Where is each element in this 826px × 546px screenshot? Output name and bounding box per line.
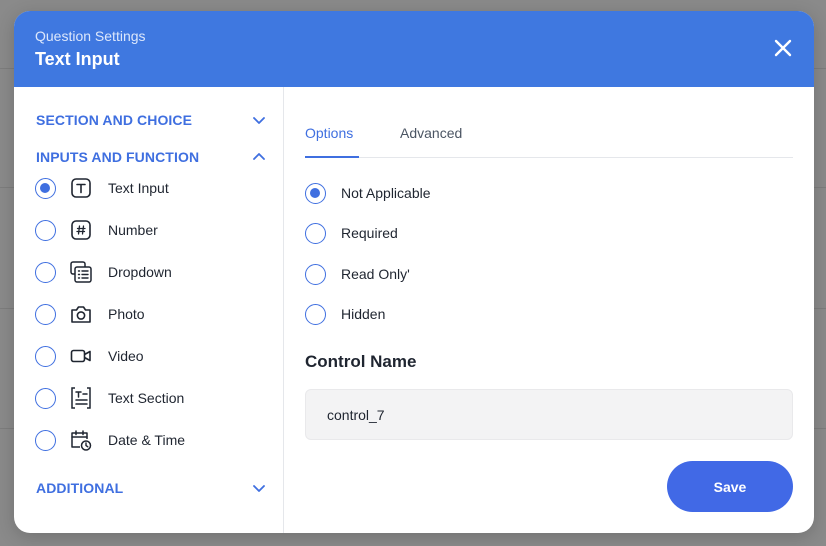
close-button[interactable]: [772, 37, 794, 59]
radio-button[interactable]: [35, 261, 56, 283]
option-label: Required: [341, 225, 398, 241]
radio-button[interactable]: [35, 345, 56, 367]
modal-title: Text Input: [35, 49, 120, 69]
section-additional[interactable]: ADDITIONAL: [36, 477, 266, 499]
settings-tabs: Options Advanced: [305, 113, 793, 158]
save-button[interactable]: Save: [667, 461, 793, 512]
radio-button[interactable]: [305, 303, 326, 325]
sidebar-item-date-time[interactable]: Date & Time: [35, 425, 265, 455]
chevron-down-icon: [253, 117, 265, 124]
sidebar-item-number[interactable]: Number: [35, 215, 265, 245]
radio-button[interactable]: [305, 182, 326, 204]
option-label: Hidden: [341, 306, 386, 322]
sidebar-item-label: Date & Time: [108, 432, 186, 448]
tab-options[interactable]: Options: [305, 125, 359, 158]
question-type-sidebar: SECTION AND CHOICE INPUTS AND FUNCTION T…: [14, 87, 284, 533]
section-inputs-and-function[interactable]: INPUTS AND FUNCTION: [36, 146, 266, 168]
control-name-label: Control Name: [305, 352, 417, 371]
modal-subtitle: Question Settings: [35, 28, 146, 44]
modal-body: SECTION AND CHOICE INPUTS AND FUNCTION T…: [14, 87, 814, 533]
calendar-clock-icon: [69, 428, 93, 452]
sidebar-item-video[interactable]: Video: [35, 341, 265, 371]
sidebar-item-label: Number: [108, 222, 158, 238]
question-settings-modal: Question Settings Text Input SECTION AND…: [14, 11, 814, 533]
section-section-and-choice[interactable]: SECTION AND CHOICE: [36, 109, 266, 131]
sidebar-item-label: Text Input: [108, 180, 169, 196]
option-required[interactable]: Required: [305, 220, 398, 246]
section-label: SECTION AND CHOICE: [36, 112, 193, 128]
number-icon: [69, 218, 93, 242]
option-not-applicable[interactable]: Not Applicable: [305, 180, 431, 206]
settings-content: Options Advanced Not Applicable Required…: [285, 87, 814, 533]
chevron-down-icon: [253, 485, 265, 492]
radio-button[interactable]: [35, 429, 56, 451]
option-label: Not Applicable: [341, 185, 431, 201]
close-icon: [774, 39, 792, 57]
section-label: ADDITIONAL: [36, 480, 124, 496]
sidebar-item-label: Photo: [108, 306, 145, 322]
option-label: Read Only': [341, 266, 410, 282]
sidebar-item-text-input[interactable]: Text Input: [35, 173, 265, 203]
radio-button[interactable]: [35, 177, 56, 199]
video-icon: [69, 344, 93, 368]
radio-button[interactable]: [35, 387, 56, 409]
option-hidden[interactable]: Hidden: [305, 301, 385, 327]
control-name-input[interactable]: [305, 389, 793, 440]
sidebar-item-label: Dropdown: [108, 264, 172, 280]
modal-header: Question Settings Text Input: [14, 11, 814, 87]
section-label: INPUTS AND FUNCTION: [36, 149, 200, 165]
radio-button[interactable]: [305, 263, 326, 285]
radio-button[interactable]: [305, 222, 326, 244]
radio-button[interactable]: [35, 303, 56, 325]
sidebar-item-photo[interactable]: Photo: [35, 299, 265, 329]
chevron-up-icon: [253, 153, 265, 160]
dropdown-icon: [69, 260, 93, 284]
sidebar-item-label: Video: [108, 348, 144, 364]
text-input-icon: [69, 176, 93, 200]
sidebar-item-label: Text Section: [108, 390, 185, 406]
sidebar-item-text-section[interactable]: Text Section: [35, 383, 265, 413]
text-section-icon: [69, 386, 93, 410]
radio-button[interactable]: [35, 219, 56, 241]
tab-advanced[interactable]: Advanced: [400, 125, 462, 158]
camera-icon: [69, 302, 93, 326]
sidebar-item-dropdown[interactable]: Dropdown: [35, 257, 265, 287]
option-read-only[interactable]: Read Only': [305, 261, 410, 287]
